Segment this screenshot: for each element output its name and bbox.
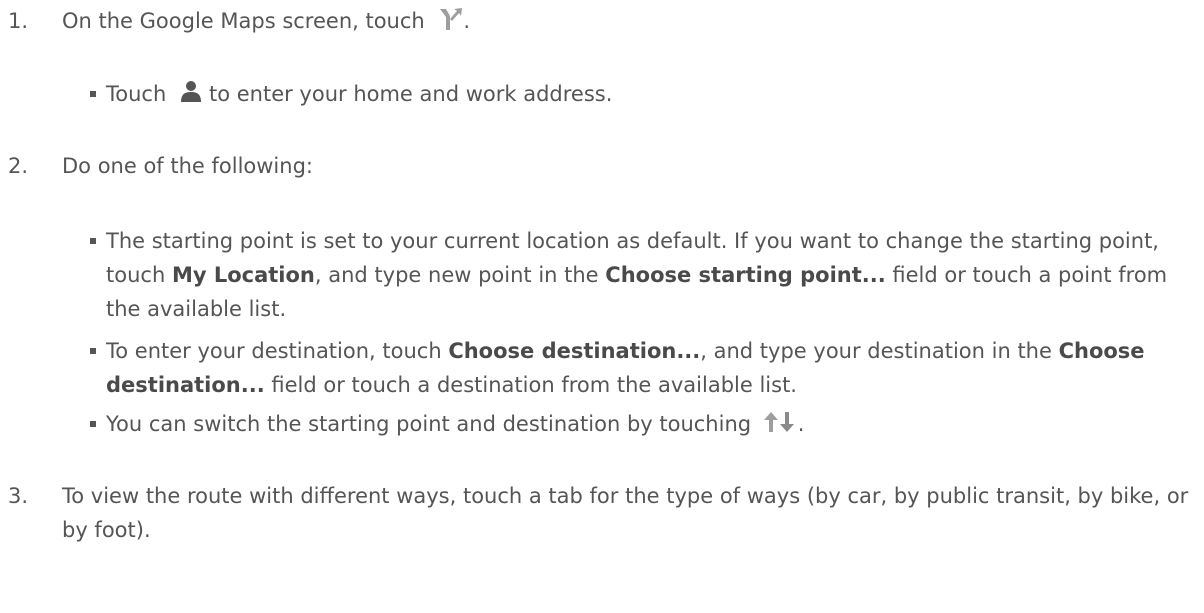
bullet-mark bbox=[90, 91, 96, 97]
bullet-text: Touch to enter your home and work addres… bbox=[106, 77, 1194, 111]
bullet-mark bbox=[90, 348, 96, 354]
bullet-text-part: You can switch the starting point and de… bbox=[106, 412, 752, 436]
bullet-mark bbox=[90, 238, 96, 244]
step-text: To view the route with different ways, t… bbox=[62, 484, 1189, 542]
step-number: 1. bbox=[8, 9, 29, 33]
bullet-text-part: field or touch a destination from the av… bbox=[264, 373, 797, 397]
step-number: 2. bbox=[8, 154, 29, 178]
step-text: Do one of the following: bbox=[62, 154, 313, 178]
bullet-text-part: . bbox=[797, 412, 805, 436]
instruction-document: 1. On the Google Maps screen, touch . To… bbox=[0, 0, 1204, 613]
person-icon bbox=[179, 80, 203, 102]
bullet-text-part: Touch bbox=[106, 82, 167, 106]
step-text-part: . bbox=[463, 9, 471, 33]
step-text-part: On the Google Maps screen, touch bbox=[62, 9, 425, 33]
swap-arrows-icon bbox=[762, 411, 798, 433]
ui-term-choose-starting-point: Choose starting point... bbox=[605, 263, 886, 287]
bullet-text-part: , and type new point in the bbox=[314, 263, 606, 287]
bullet-text-part: to enter your home and work address. bbox=[208, 82, 613, 106]
bullet-text-part: To enter your destination, touch bbox=[106, 339, 449, 363]
bullet-text: To enter your destination, touch Choose … bbox=[106, 334, 1194, 402]
ui-term-choose-destination: Choose destination... bbox=[448, 339, 701, 363]
ui-term-my-location: My Location bbox=[171, 263, 315, 287]
bullet-text: You can switch the starting point and de… bbox=[106, 407, 1194, 441]
bullet-mark bbox=[90, 421, 96, 427]
step-number: 3. bbox=[8, 484, 29, 508]
bullet-text-part: , and type your destination in the bbox=[700, 339, 1059, 363]
directions-icon bbox=[437, 7, 463, 31]
step-text: On the Google Maps screen, touch . bbox=[62, 4, 1192, 38]
bullet-text: The starting point is set to your curren… bbox=[106, 224, 1194, 326]
